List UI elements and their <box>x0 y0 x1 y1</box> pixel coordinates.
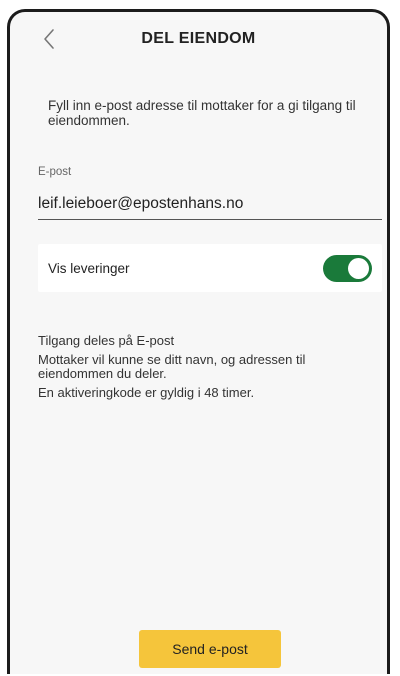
back-button[interactable] <box>38 26 62 52</box>
info-line-2: Mottaker vil kunne se ditt navn, og adre… <box>38 352 306 381</box>
info-section: Tilgang deles på E-post Mottaker vil kun… <box>38 334 378 400</box>
intro-text: Fyll inn e-post adresse til mottaker for… <box>48 98 356 128</box>
vis-leveringer-toggle[interactable] <box>323 254 372 282</box>
email-field[interactable] <box>38 192 382 220</box>
info-line-1: Tilgang deles på E-post <box>38 333 175 348</box>
chevron-left-icon <box>44 29 54 49</box>
toggle-label: Vis leveringer <box>48 260 130 276</box>
page-title: DEL EIENDOM <box>141 30 256 47</box>
toggle-knob <box>348 257 369 279</box>
email-label: E-post <box>38 166 72 178</box>
toggle-row-vis-leveringer: Vis leveringer <box>38 244 382 292</box>
phone-screen: DEL EIENDOM Fyll inn e-post adresse til … <box>7 9 390 674</box>
header: DEL EIENDOM <box>10 12 387 66</box>
info-line-3: En aktiveringkode er gyldig i 48 timer. <box>38 385 255 400</box>
send-email-button[interactable]: Send e-post <box>139 630 281 668</box>
